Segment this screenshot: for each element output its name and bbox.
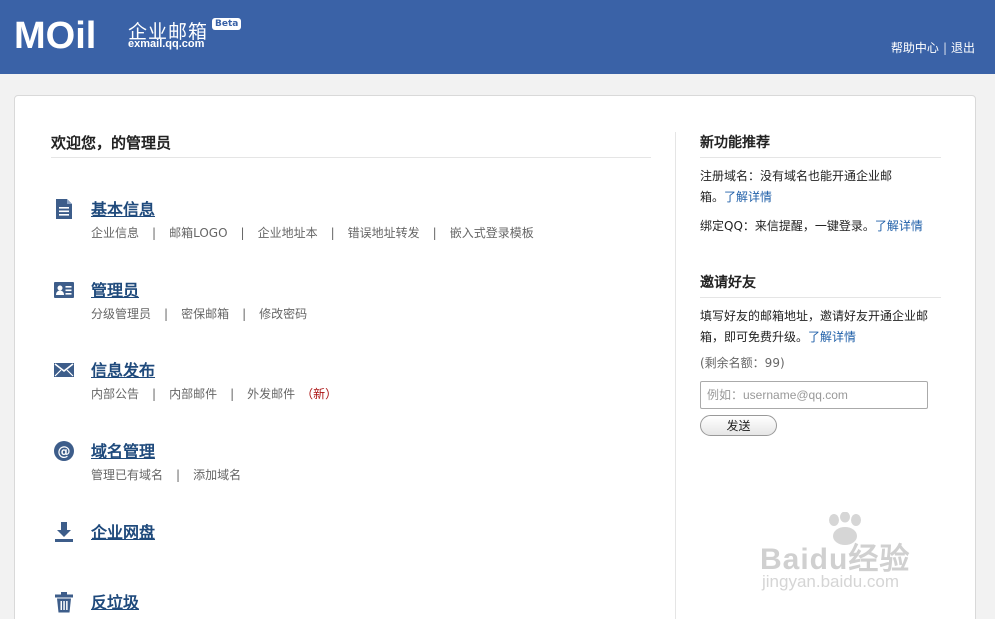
link-separator: | (164, 307, 169, 321)
feature1-text: 注册域名：没有域名也能开通企业邮箱。了解详情 (700, 166, 900, 208)
link-sub-admin[interactable]: 分级管理员 (91, 307, 151, 321)
beta-badge: Beta (212, 18, 242, 30)
features-title: 新功能推荐 (700, 132, 941, 158)
link-separator: | (176, 468, 181, 482)
watermark-url: jingyan.baidu.com (762, 572, 900, 591)
top-links: 帮助中心 | 退出 (891, 39, 975, 56)
section-links-admin: 分级管理员 | 密保邮箱 | 修改密码 (91, 305, 307, 322)
new-badge: （新） (301, 387, 338, 401)
help-center-link[interactable]: 帮助中心 (891, 41, 939, 55)
link-separator: | (152, 387, 157, 401)
link-separator: | (942, 41, 947, 55)
logo-text: MOil (14, 15, 96, 54)
invite-friends-panel: 邀请好友 填写好友的邮箱地址，邀请好友开通企业邮箱，即可免费升级。了解详情 (剩… (700, 272, 941, 436)
section-links-publish: 内部公告 | 内部邮件 | 外发邮件 （新） (91, 385, 337, 402)
section-title-netdisk[interactable]: 企业网盘 (91, 519, 155, 543)
feature2-learn-more-link[interactable]: 了解详情 (875, 219, 923, 233)
invite-learn-more-link[interactable]: 了解详情 (808, 330, 856, 344)
invite-email-input[interactable] (700, 381, 928, 409)
feature2-description: 绑定QQ：来信提醒，一键登录。 (700, 219, 875, 233)
link-add-domain[interactable]: 添加域名 (193, 468, 241, 482)
feature-recommend-panel: 新功能推荐 注册域名：没有域名也能开通企业邮箱。了解详情 绑定QQ：来信提醒，一… (700, 132, 941, 237)
brand-domain: exmail.qq.com (128, 38, 205, 50)
link-internal-notice[interactable]: 内部公告 (91, 387, 139, 401)
section-links-domain: 管理已有域名 | 添加域名 (91, 466, 241, 483)
link-separator: | (242, 307, 247, 321)
link-separator: | (432, 226, 437, 240)
section-links-basic-info: 企业信息 | 邮箱LOGO | 企业地址本 | 错误地址转发 | 嵌入式登录模板 (91, 224, 534, 241)
welcome-heading: 欢迎您，的管理员 (51, 132, 651, 158)
document-icon (56, 199, 72, 219)
at-icon: @ (54, 441, 74, 461)
section-title-antispam[interactable]: 反垃圾 (91, 589, 139, 613)
link-internal-mail[interactable]: 内部邮件 (169, 387, 217, 401)
section-title-publish[interactable]: 信息发布 (91, 357, 155, 381)
link-embedded-login[interactable]: 嵌入式登录模板 (450, 226, 534, 240)
section-title-domain[interactable]: 域名管理 (91, 438, 155, 462)
link-mail-logo[interactable]: 邮箱LOGO (169, 226, 227, 240)
download-icon (55, 522, 73, 542)
link-company-info[interactable]: 企业信息 (91, 226, 139, 240)
top-header: MOil 企业邮箱 Beta exmail.qq.com 帮助中心 | 退出 (0, 0, 995, 74)
feature1-learn-more-link[interactable]: 了解详情 (724, 190, 772, 204)
feature2-text: 绑定QQ：来信提醒，一键登录。了解详情 (700, 216, 941, 237)
link-security-mail[interactable]: 密保邮箱 (181, 307, 229, 321)
invite-text: 填写好友的邮箱地址，邀请好友开通企业邮箱，即可免费升级。了解详情 (700, 306, 935, 348)
svg-text:@: @ (58, 445, 71, 460)
section-title-admin[interactable]: 管理员 (91, 277, 139, 301)
id-card-icon (54, 282, 74, 298)
remaining-quota: (剩余名额：99) (700, 356, 785, 370)
trash-icon (55, 592, 73, 613)
link-separator: | (330, 226, 335, 240)
link-address-book[interactable]: 企业地址本 (258, 226, 318, 240)
mail-logo[interactable]: MOil (14, 14, 124, 54)
link-external-mail[interactable]: 外发邮件 (247, 387, 295, 401)
link-change-password[interactable]: 修改密码 (259, 307, 307, 321)
link-manage-domains[interactable]: 管理已有域名 (91, 468, 163, 482)
link-separator: | (230, 387, 235, 401)
column-divider (675, 132, 676, 619)
envelope-icon (54, 363, 74, 377)
baidu-watermark: Baidu经验 jingyan.baidu.com (760, 512, 950, 602)
link-error-forward[interactable]: 错误地址转发 (348, 226, 420, 240)
send-invite-button[interactable]: 发送 (700, 415, 777, 436)
section-title-basic-info[interactable]: 基本信息 (91, 196, 155, 220)
invite-title: 邀请好友 (700, 272, 941, 298)
logout-link[interactable]: 退出 (951, 41, 975, 55)
link-separator: | (152, 226, 157, 240)
link-separator: | (240, 226, 245, 240)
